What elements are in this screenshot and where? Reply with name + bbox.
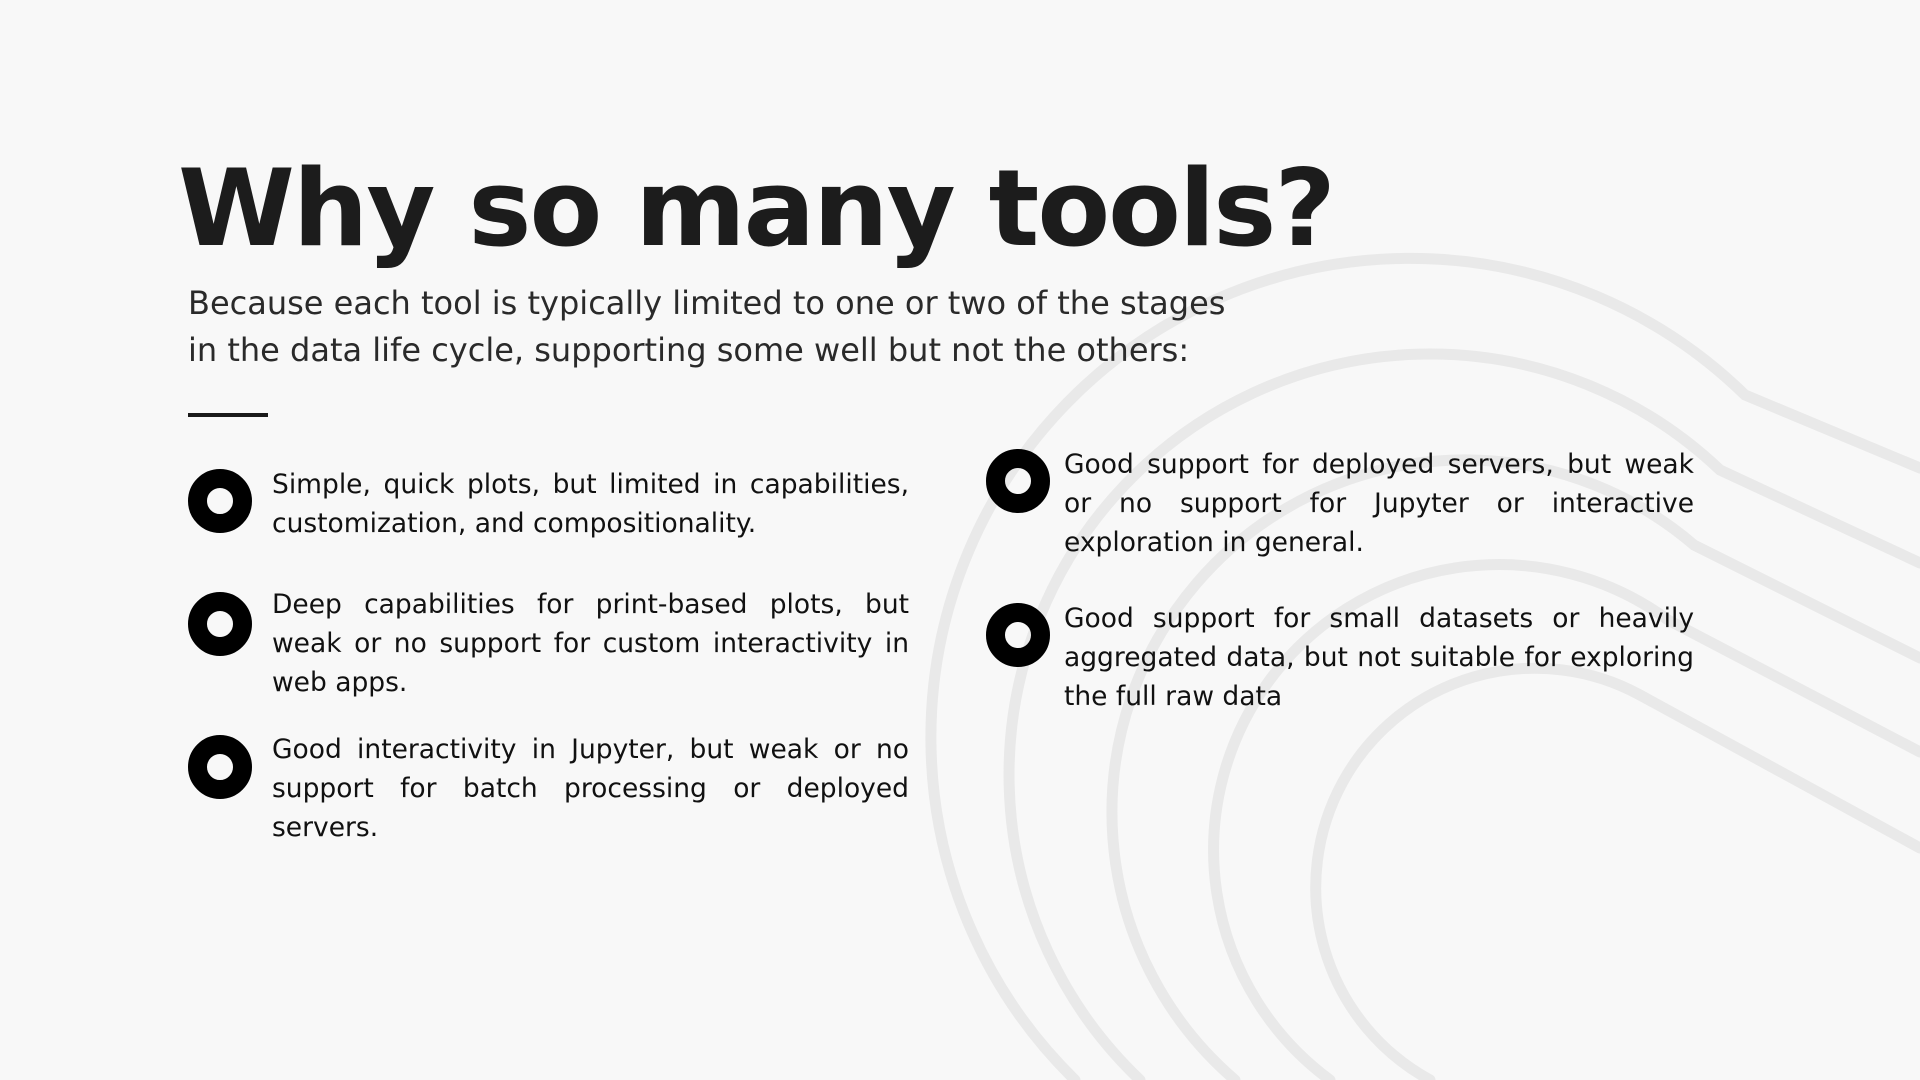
ring-bullet-icon — [986, 449, 1050, 513]
list-item-text: Deep capabilities for print-based plots,… — [272, 589, 909, 698]
list-item-text: Good support for deployed servers, but w… — [1064, 449, 1694, 558]
list-item-text: Good interactivity in Jupyter, but weak … — [272, 734, 909, 843]
ring-bullet-icon — [188, 469, 252, 533]
slide: Why so many tools? Because each tool is … — [0, 0, 1920, 1080]
ring-bullet-icon — [188, 735, 252, 799]
ring-bullet-icon — [188, 592, 252, 656]
list-item-text: Simple, quick plots, but limited in capa… — [272, 469, 909, 539]
page-title: Why so many tools? — [178, 147, 1336, 270]
ring-bullet-icon — [986, 603, 1050, 667]
list-item-text: Good support for small datasets or heavi… — [1064, 603, 1694, 712]
subtitle: Because each tool is typically limited t… — [188, 284, 1226, 369]
title-divider — [188, 413, 268, 417]
